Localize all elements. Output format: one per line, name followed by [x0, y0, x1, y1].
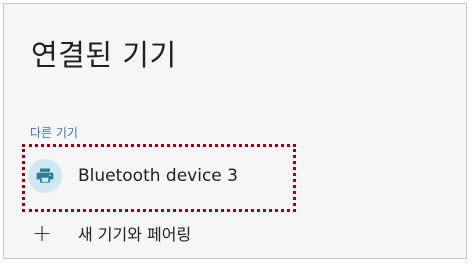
device-label: Bluetooth device 3 — [78, 166, 238, 186]
pair-new-device-button[interactable]: + 새 기기와 페어링 — [30, 218, 191, 248]
printer-icon — [28, 159, 62, 193]
device-item-bluetooth-device-3[interactable]: Bluetooth device 3 — [28, 156, 290, 196]
plus-icon: + — [31, 219, 53, 247]
page-title: 연결된 기기 — [31, 38, 177, 72]
settings-screen: 연결된 기기 다른 기기 Bluetooth device 3 + 새 기기와 … — [3, 3, 467, 259]
section-header-other-devices: 다른 기기 — [30, 126, 78, 140]
pair-new-device-label: 새 기기와 페어링 — [78, 225, 192, 244]
